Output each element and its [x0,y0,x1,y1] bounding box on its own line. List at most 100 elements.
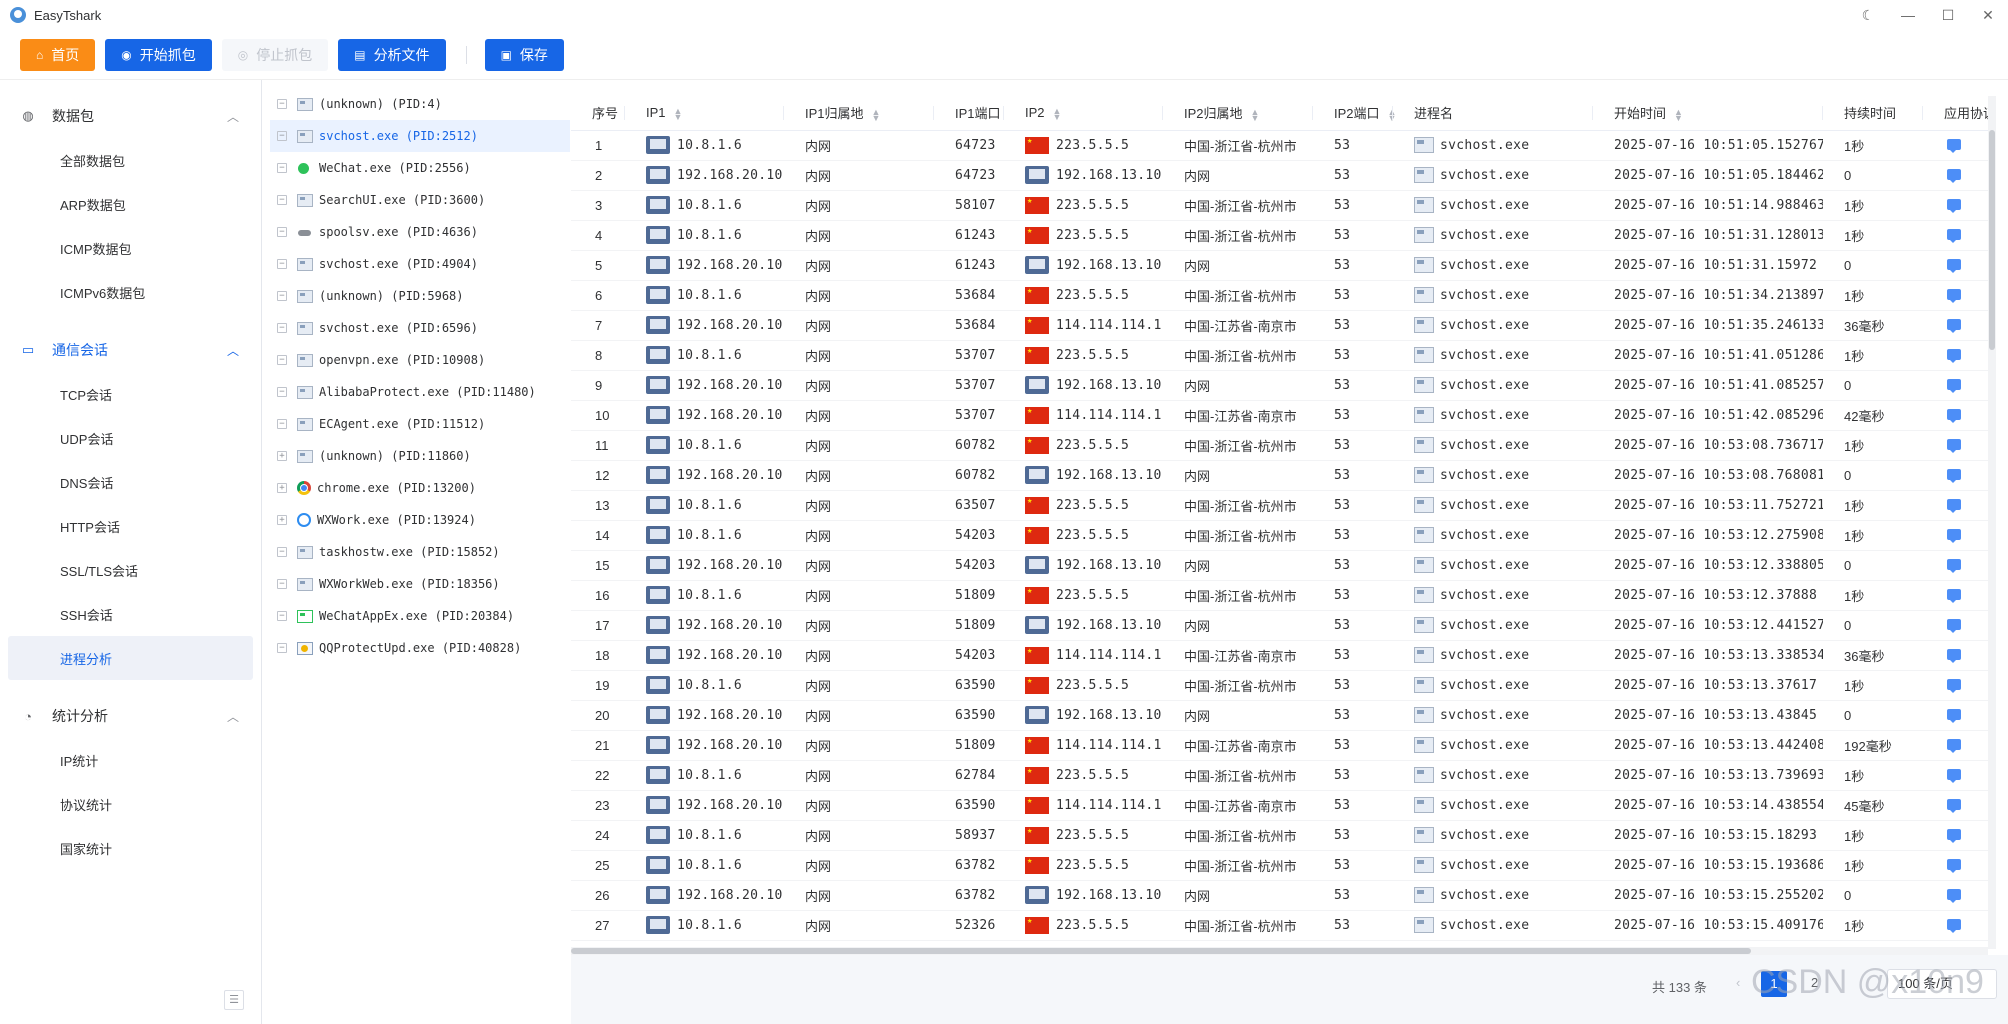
tree-node[interactable]: − spoolsv.exe (PID:4636) [270,216,570,248]
collapse-icon[interactable]: − [277,419,287,429]
menu-group-packets[interactable]: ◍ 数据包 ︿ [0,94,261,138]
message-icon[interactable] [1947,378,1961,393]
prev-page-icon[interactable]: ‹ [1736,975,1740,990]
tree-node[interactable]: − svchost.exe (PID:6596) [270,312,570,344]
table-row[interactable]: 15 192.168.20.10 内网 54203 192.168.13.10 内网 53 s… [571,550,1988,581]
collapse-icon[interactable]: − [277,355,287,365]
table-row[interactable]: 20 192.168.20.10 内网 63590 192.168.13.10 内网 53 s… [571,700,1988,731]
message-icon[interactable] [1947,348,1961,363]
tree-node[interactable]: − openvpn.exe (PID:10908) [270,344,570,376]
message-icon[interactable] [1947,918,1961,933]
col-header-index[interactable]: 序号 [571,96,625,131]
tree-node[interactable]: − WeChatAppEx.exe (PID:20384) [270,600,570,632]
menu-item-country-stats[interactable]: 国家统计 [0,826,261,870]
collapse-icon[interactable]: − [277,323,287,333]
table-vertical-scrollbar[interactable] [1988,96,1996,949]
table-row[interactable]: 1910.8.1.6内网63590223.5.5.5中国-浙江省-杭州市53sv… [571,670,1988,701]
col-header-ip1-location[interactable]: IP1归属地 ▲ ▼ [784,96,934,131]
table-row[interactable]: 5 192.168.20.10 内网 61243 192.168.13.10 内网 53 sv… [571,250,1988,281]
tree-node[interactable]: − WXWorkWeb.exe (PID:18356) [270,568,570,600]
table-row[interactable]: 310.8.1.6内网58107223.5.5.5中国-浙江省-杭州市53svc… [571,190,1988,221]
tree-node[interactable]: − svchost.exe (PID:2512) [270,120,570,152]
message-icon[interactable] [1947,618,1961,633]
table-row[interactable]: 7192.168.20.10内网53684114.114.114.114中国-江… [571,310,1988,341]
menu-item-ssl-tls[interactable]: SSL/TLS会话 [0,548,261,592]
menu-item-ssh[interactable]: SSH会话 [0,592,261,636]
message-icon[interactable] [1947,468,1961,483]
collapse-icon[interactable]: − [277,131,287,141]
message-icon[interactable] [1947,678,1961,693]
tree-node[interactable]: − QQProtectUpd.exe (PID:40828) [270,632,570,664]
col-header-process[interactable]: 进程名 [1393,96,1593,131]
message-icon[interactable] [1947,708,1961,723]
table-row[interactable]: 810.8.1.6内网53707223.5.5.5中国-浙江省-杭州市53svc… [571,340,1988,371]
table-row[interactable]: 18192.168.20.10内网54203114.114.114.114中国-… [571,640,1988,671]
table-row[interactable]: 2710.8.1.6内网52326223.5.5.5中国-浙江省-杭州市53sv… [571,910,1988,941]
message-icon[interactable] [1947,198,1961,213]
table-row[interactable]: 26 192.168.20.10 内网 63782 192.168.13.10 内网 53 s… [571,880,1988,911]
message-icon[interactable] [1947,528,1961,543]
menu-group-sessions[interactable]: ▭ 通信会话 ︿ [0,328,261,372]
message-icon[interactable] [1947,858,1961,873]
col-header-app-protocol[interactable]: 应用协议 [1923,96,1988,131]
stop-capture-button[interactable]: ◎ 停止抓包 [221,38,329,71]
tree-node[interactable]: − ECAgent.exe (PID:11512) [270,408,570,440]
col-header-ip1-port[interactable]: IP1端口 [934,96,1004,131]
table-row[interactable]: 21192.168.20.10内网51809114.114.114.114中国-… [571,730,1988,761]
table-row[interactable]: 1410.8.1.6内网54203223.5.5.5中国-浙江省-杭州市53sv… [571,520,1988,551]
col-header-start-time[interactable]: 开始时间 ▲ ▼ [1593,96,1823,131]
tree-node[interactable]: − SearchUI.exe (PID:3600) [270,184,570,216]
table-row[interactable]: 110.8.1.6内网64723223.5.5.5中国-浙江省-杭州市53svc… [571,130,1988,161]
col-header-ip2-location[interactable]: IP2归属地 ▲ ▼ [1163,96,1313,131]
menu-item-http[interactable]: HTTP会话 [0,504,261,548]
message-icon[interactable] [1947,888,1961,903]
menu-item-dns[interactable]: DNS会话 [0,460,261,504]
message-icon[interactable] [1947,588,1961,603]
collapse-icon[interactable]: − [277,291,287,301]
tree-node[interactable]: − (unknown) (PID:4) [270,88,570,120]
collapse-icon[interactable]: − [277,195,287,205]
tree-node[interactable]: + chrome.exe (PID:13200) [270,472,570,504]
collapse-icon[interactable]: − [277,643,287,653]
message-icon[interactable] [1947,408,1961,423]
menu-item-process-analysis[interactable]: 进程分析 [8,636,253,680]
collapse-icon[interactable]: − [277,611,287,621]
menu-item-ip-stats[interactable]: IP统计 [0,738,261,782]
collapse-icon[interactable]: − [277,163,287,173]
theme-toggle-icon[interactable]: ☾ [1848,7,1888,24]
home-button[interactable]: ⌂ 首页 [20,38,96,71]
tree-node[interactable]: − (unknown) (PID:5968) [270,280,570,312]
menu-item-arp[interactable]: ARP数据包 [0,182,261,226]
expand-icon[interactable]: + [277,451,287,461]
message-icon[interactable] [1947,318,1961,333]
collapse-icon[interactable]: − [277,259,287,269]
menu-item-all-packets[interactable]: 全部数据包 [0,138,261,182]
table-row[interactable]: 23192.168.20.10内网63590114.114.114.114中国-… [571,790,1988,821]
message-icon[interactable] [1947,258,1961,273]
collapse-icon[interactable]: − [277,99,287,109]
expand-icon[interactable]: + [277,483,287,493]
message-icon[interactable] [1947,768,1961,783]
table-row[interactable]: 2210.8.1.6内网62784223.5.5.5中国-浙江省-杭州市53sv… [571,760,1988,791]
collapse-icon[interactable]: − [277,547,287,557]
col-header-ip1[interactable]: IP1 ▲ ▼ [625,96,784,131]
col-header-ip2-port[interactable]: IP2端口▲▼ [1313,96,1396,131]
tree-node[interactable]: + WXWork.exe (PID:13924) [270,504,570,536]
table-horizontal-scrollbar[interactable] [571,947,1988,955]
table-row[interactable]: 17 192.168.20.10 内网 51809 192.168.13.10 内网 53 s… [571,610,1988,641]
tree-node[interactable]: − taskhostw.exe (PID:15852) [270,536,570,568]
table-row[interactable]: 1310.8.1.6内网63507223.5.5.5中国-浙江省-杭州市53sv… [571,490,1988,521]
table-row[interactable]: 1110.8.1.6内网60782223.5.5.5中国-浙江省-杭州市53sv… [571,430,1988,461]
message-icon[interactable] [1947,648,1961,663]
table-row[interactable]: 2 192.168.20.10 内网 64723 192.168.13.10 内网 53 sv… [571,160,1988,191]
start-capture-button[interactable]: ◉ 开始抓包 [105,38,212,71]
message-icon[interactable] [1947,798,1961,813]
table-row[interactable]: 610.8.1.6内网53684223.5.5.5中国-浙江省-杭州市53svc… [571,280,1988,311]
save-button[interactable]: ▣ 保存 [484,38,564,71]
message-icon[interactable] [1947,138,1961,153]
message-icon[interactable] [1947,498,1961,513]
table-row[interactable]: 1610.8.1.6内网51809223.5.5.5中国-浙江省-杭州市53sv… [571,580,1988,611]
menu-item-icmp[interactable]: ICMP数据包 [0,226,261,270]
tree-node[interactable]: − svchost.exe (PID:4904) [270,248,570,280]
message-icon[interactable] [1947,228,1961,243]
